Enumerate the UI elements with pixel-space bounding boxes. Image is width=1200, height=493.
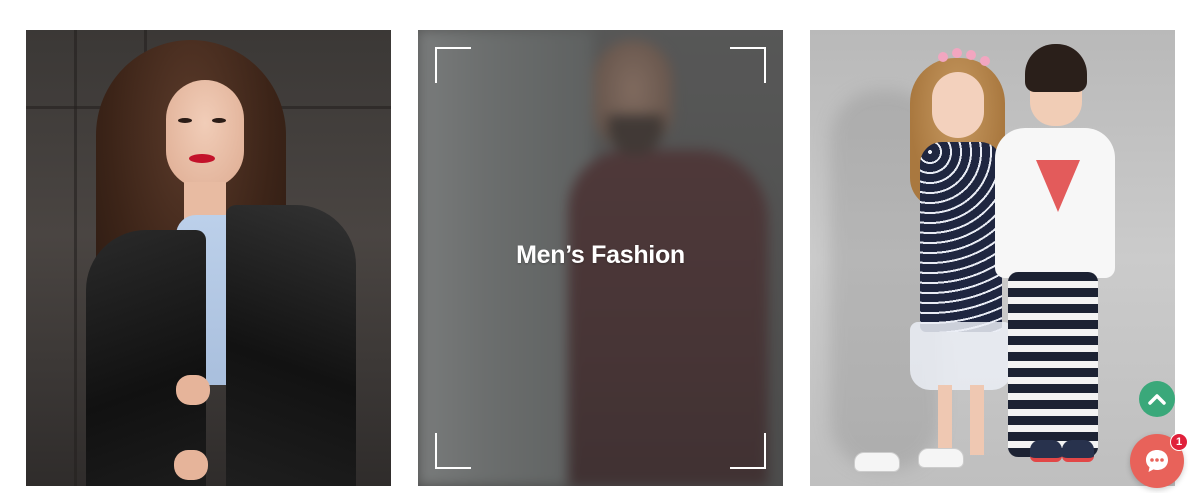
frame-corner-bottom-right bbox=[730, 433, 766, 469]
women-fashion-image bbox=[26, 30, 391, 486]
category-title-men: Men’s Fashion bbox=[516, 241, 685, 269]
chevron-up-icon bbox=[1148, 394, 1166, 405]
boy-shoe bbox=[1062, 440, 1094, 462]
boy-hair bbox=[1025, 44, 1087, 92]
girl-dress bbox=[920, 142, 1002, 332]
girl-sneaker bbox=[918, 448, 964, 468]
model-lips bbox=[189, 154, 215, 163]
flower-crown bbox=[980, 56, 990, 66]
frame-corner-bottom-left bbox=[435, 433, 471, 469]
boy-striped-pants bbox=[1008, 272, 1098, 457]
category-card-women[interactable] bbox=[26, 30, 391, 486]
girl-dress-tulle bbox=[910, 322, 1012, 390]
category-card-men[interactable]: Men’s Fashion bbox=[418, 30, 783, 486]
category-gallery: Men’s Fashion 1 bbox=[0, 0, 1200, 493]
flower-crown bbox=[938, 52, 948, 62]
model-jacket-right bbox=[226, 205, 356, 486]
girl-face bbox=[932, 72, 984, 138]
flower-crown bbox=[966, 50, 976, 60]
chat-bubble-icon bbox=[1146, 450, 1168, 472]
girl-leg bbox=[970, 385, 984, 455]
model-eye bbox=[212, 118, 226, 123]
category-card-kids[interactable] bbox=[810, 30, 1175, 486]
model-jacket-left bbox=[86, 230, 206, 486]
girl-leg bbox=[938, 385, 952, 455]
kids-fashion-image bbox=[810, 30, 1175, 486]
scroll-to-top-button[interactable] bbox=[1139, 381, 1175, 417]
flower-crown bbox=[952, 48, 962, 58]
girl-sneaker bbox=[854, 452, 900, 472]
model-face bbox=[166, 80, 244, 188]
model-hand bbox=[174, 450, 208, 480]
shirt-anchor-print bbox=[1036, 160, 1080, 212]
model-eye bbox=[178, 118, 192, 123]
boy-shoe bbox=[1030, 440, 1062, 462]
frame-corner-top-right bbox=[730, 47, 766, 83]
frame-corner-top-left bbox=[435, 47, 471, 83]
chat-notification-badge: 1 bbox=[1170, 433, 1188, 451]
model-hand bbox=[176, 375, 210, 405]
wall-panel-seam bbox=[74, 30, 77, 486]
